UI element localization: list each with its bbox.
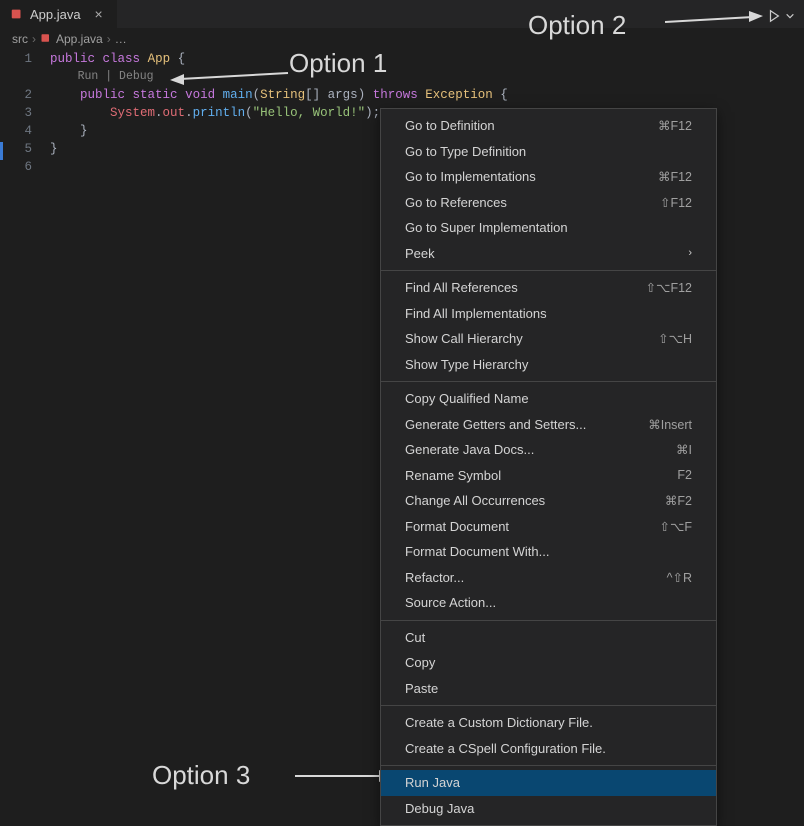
menu-format-document[interactable]: Format Document⇧⌥F xyxy=(381,514,716,540)
menu-format-document-with[interactable]: Format Document With... xyxy=(381,539,716,565)
menu-peek[interactable]: Peek› xyxy=(381,241,716,267)
run-controls xyxy=(766,8,796,24)
breadcrumb: src › App.java › … xyxy=(0,28,804,50)
menu-go-to-definition[interactable]: Go to Definition⌘F12 xyxy=(381,113,716,139)
menu-separator xyxy=(381,765,716,766)
line-number: 4 xyxy=(0,122,50,140)
code-line-1: 1 public class App { xyxy=(0,50,804,68)
menu-source-action[interactable]: Source Action... xyxy=(381,590,716,616)
java-file-icon xyxy=(10,7,24,21)
line-number: 3 xyxy=(0,104,50,122)
menu-go-to-implementations[interactable]: Go to Implementations⌘F12 xyxy=(381,164,716,190)
line-number: 2 xyxy=(0,86,50,104)
menu-separator xyxy=(381,705,716,706)
close-icon[interactable]: × xyxy=(91,6,107,22)
line-number: 5 xyxy=(0,140,50,158)
breadcrumb-src[interactable]: src xyxy=(12,32,28,46)
menu-copy-qualified-name[interactable]: Copy Qualified Name xyxy=(381,386,716,412)
menu-run-java[interactable]: Run Java xyxy=(381,770,716,796)
menu-cut[interactable]: Cut xyxy=(381,625,716,651)
menu-create-cspell-config[interactable]: Create a CSpell Configuration File. xyxy=(381,736,716,762)
menu-go-to-type-definition[interactable]: Go to Type Definition xyxy=(381,139,716,165)
menu-create-custom-dictionary[interactable]: Create a Custom Dictionary File. xyxy=(381,710,716,736)
menu-find-all-implementations[interactable]: Find All Implementations xyxy=(381,301,716,327)
code-line-2: 2 public static void main(String[] args)… xyxy=(0,86,804,104)
menu-separator xyxy=(381,620,716,621)
menu-go-to-super-implementation[interactable]: Go to Super Implementation xyxy=(381,215,716,241)
codelens-run[interactable]: Run xyxy=(78,70,99,83)
breadcrumb-label: App.java xyxy=(56,32,103,46)
play-icon[interactable] xyxy=(766,8,782,24)
context-menu: Go to Definition⌘F12 Go to Type Definiti… xyxy=(380,108,717,826)
menu-generate-getters-setters[interactable]: Generate Getters and Setters...⌘Insert xyxy=(381,412,716,438)
chevron-right-icon: › xyxy=(32,32,36,46)
menu-find-all-references[interactable]: Find All References⇧⌥F12 xyxy=(381,275,716,301)
codelens: Run | Debug xyxy=(0,68,804,86)
breadcrumb-label: src xyxy=(12,32,28,46)
menu-change-all-occurrences[interactable]: Change All Occurrences⌘F2 xyxy=(381,488,716,514)
annotation-option-3: Option 3 xyxy=(152,760,250,791)
menu-rename-symbol[interactable]: Rename SymbolF2 xyxy=(381,463,716,489)
menu-copy[interactable]: Copy xyxy=(381,650,716,676)
codelens-debug[interactable]: Debug xyxy=(119,70,154,83)
tab-label: App.java xyxy=(30,7,81,22)
menu-paste[interactable]: Paste xyxy=(381,676,716,702)
gutter-decoration xyxy=(0,142,3,160)
breadcrumb-ellipsis[interactable]: … xyxy=(115,32,127,46)
menu-separator xyxy=(381,270,716,271)
tab-app-java[interactable]: App.java × xyxy=(0,0,118,28)
menu-refactor[interactable]: Refactor...^⇧R xyxy=(381,565,716,591)
menu-generate-java-docs[interactable]: Generate Java Docs...⌘I xyxy=(381,437,716,463)
menu-show-call-hierarchy[interactable]: Show Call Hierarchy⇧⌥H xyxy=(381,326,716,352)
menu-debug-java[interactable]: Debug Java xyxy=(381,796,716,822)
java-file-icon xyxy=(40,32,52,47)
line-number: 1 xyxy=(0,50,50,68)
chevron-right-icon: › xyxy=(688,247,692,259)
menu-show-type-hierarchy[interactable]: Show Type Hierarchy xyxy=(381,352,716,378)
chevron-down-icon[interactable] xyxy=(784,10,796,22)
chevron-right-icon: › xyxy=(107,32,111,46)
breadcrumb-label: … xyxy=(115,32,127,46)
breadcrumb-file[interactable]: App.java xyxy=(40,32,103,47)
line-number: 6 xyxy=(0,158,50,176)
menu-go-to-references[interactable]: Go to References⇧F12 xyxy=(381,190,716,216)
tab-bar: App.java × xyxy=(0,0,804,28)
menu-separator xyxy=(381,381,716,382)
